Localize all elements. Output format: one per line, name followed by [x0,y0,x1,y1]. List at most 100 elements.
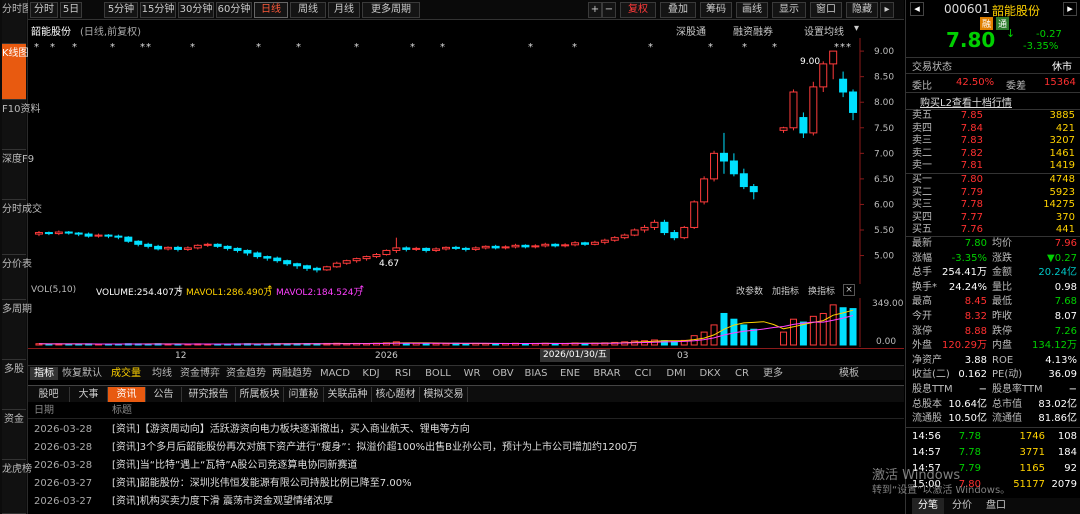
indicator-tab-15[interactable]: BRAR [588,367,626,380]
event-markers-row[interactable]: * * * * * * * * * * * * * * * * * * * * * [34,42,851,53]
event-marker-icon[interactable]: * [110,42,115,53]
left-tab-3[interactable]: 深度F9 [2,150,34,200]
link-margin-trading[interactable]: 融资融券 [733,23,773,38]
candlestick-chart[interactable]: 9.008.508.007.507.006.506.005.505.00 * * *… [28,38,904,284]
news-tab-2[interactable]: 资讯 [108,387,146,402]
indicator-tab-8[interactable]: KDJ [356,367,386,380]
event-marker-icon[interactable]: * [440,42,445,53]
event-marker-icon[interactable]: * [296,42,301,53]
event-marker-icon[interactable]: * [772,42,777,53]
news-row[interactable]: 2026-03-28 [资讯]当“比特”遇上“瓦特”A股公司竞逐算电协同新赛道 [28,458,904,474]
indicator-tab-14[interactable]: ENE [554,367,586,380]
news-tab-5[interactable]: 所属板块 [236,387,284,402]
sell-row[interactable]: 卖一 7.81 1419 [906,160,1080,172]
news-tab-9[interactable]: 模拟交易 [420,387,468,402]
event-marker-icon[interactable]: * [742,42,747,53]
news-tab-1[interactable]: 大事 [70,387,108,402]
event-marker-icon[interactable]: * [256,42,261,53]
left-tab-0[interactable]: 分时图 [2,0,32,44]
toolbar-right-5[interactable]: 画线 [736,2,768,18]
indicator-tab-12[interactable]: OBV [488,367,518,380]
period-4[interactable]: 30分钟 [178,2,214,18]
buy-row[interactable]: 买五 7.76 441 [906,224,1080,236]
event-marker-icon[interactable]: * [354,42,359,53]
event-marker-icon[interactable]: * [834,42,839,53]
news-row[interactable]: 2026-03-28 [资讯]3个多月后韶能股份再次对旗下资产进行“瘦身”：拟溢价… [28,440,904,456]
indicator-tab-1[interactable]: 恢复默认 [60,367,104,380]
close-icon[interactable]: × [843,284,855,296]
chevron-down-icon[interactable]: ▾ [854,23,859,34]
news-title[interactable]: [资讯]3个多月后韶能股份再次对旗下资产进行“瘦身”：拟溢价超100%出售B业孙… [112,440,637,456]
period-6[interactable]: 日线 [254,2,288,18]
toolbar-right-0[interactable]: + [588,2,602,18]
indicator-tab-13[interactable]: BIAS [520,367,552,380]
left-tab-7[interactable]: 多股 [2,360,26,410]
left-tab-2[interactable]: F10资料 [2,100,40,150]
event-marker-icon[interactable]: * [190,42,195,53]
news-row[interactable]: 2026-03-27 [资讯]韶能股份：深圳兆伟恒发能源有限公司持股比例已降至7.… [28,476,904,492]
event-marker-icon[interactable]: * [648,42,653,53]
right-arrow-button[interactable]: ▸ [880,2,894,18]
news-tab-8[interactable]: 核心题材 [372,387,420,402]
indicator-tab-18[interactable]: DKX [694,367,726,380]
change-params-button[interactable]: 改参数 [736,284,763,297]
event-marker-icon[interactable]: * [410,42,415,53]
toolbar-right-7[interactable]: 窗口 [810,2,842,18]
left-tab-8[interactable]: 资金 [2,410,26,460]
period-0[interactable]: 分时 [30,2,58,18]
toolbar-right-2[interactable]: 复权 [620,2,656,18]
toolbar-right-4[interactable]: 筹码 [700,2,732,18]
indicator-tab-0[interactable]: 指标 [30,367,58,380]
event-marker-icon[interactable]: * [34,42,39,53]
news-tab-3[interactable]: 公告 [146,387,182,402]
tick-tab-1[interactable]: 分价 [946,498,978,514]
period-1[interactable]: 5日 [60,2,82,18]
period-7[interactable]: 周线 [290,2,326,18]
period-3[interactable]: 15分钟 [140,2,176,18]
left-tab-9[interactable]: 龙虎榜 [2,460,32,514]
event-marker-icon[interactable]: * [528,42,533,53]
toolbar-right-8[interactable]: 隐藏 [846,2,878,18]
news-tab-0[interactable]: 股吧 [28,387,70,402]
news-title[interactable]: [资讯]当“比特”遇上“瓦特”A股公司竞逐算电协同新赛道 [112,458,357,474]
indicator-tab-5[interactable]: 资金趋势 [224,367,268,380]
tick-tab-2[interactable]: 盘口 [980,498,1012,514]
link-set-ma[interactable]: 设置均线 [804,23,844,38]
l2-upgrade-link[interactable]: 购买L2查看十档行情 [920,94,1012,109]
indicator-tab-6[interactable]: 两融趋势 [270,367,314,380]
news-tab-7[interactable]: 关联品种 [324,387,372,402]
period-2[interactable]: 5分钟 [104,2,138,18]
indicator-tab-7[interactable]: MACD [316,367,354,380]
volume-chart[interactable]: 349.00 0.00 [28,298,904,347]
event-marker-icon[interactable]: * [840,42,845,53]
event-marker-icon[interactable]: * [72,42,77,53]
toolbar-right-6[interactable]: 显示 [772,2,806,18]
left-tab-1[interactable]: K线图 [2,44,29,100]
event-marker-icon[interactable]: * [50,42,55,53]
buy-row[interactable]: 买二 7.79 5923 [906,187,1080,199]
indicator-tab-17[interactable]: DMI [660,367,692,380]
left-tab-4[interactable]: 分时成交 [2,200,42,255]
sell-row[interactable]: 卖三 7.83 3207 [906,135,1080,147]
indicator-tab-21[interactable]: 模板 [834,367,864,380]
buy-row[interactable]: 买一 7.80 4748 [906,174,1080,186]
indicator-tab-20[interactable]: 更多 [758,367,788,380]
event-marker-icon[interactable]: * [846,42,851,53]
period-8[interactable]: 月线 [328,2,360,18]
link-shenggutong[interactable]: 深股通 [676,23,706,38]
chevron-right-icon[interactable]: ▸ [1063,2,1077,16]
event-marker-icon[interactable]: * [572,42,577,53]
add-indicator-button[interactable]: 加指标 [772,284,799,297]
news-row[interactable]: 2026-03-28 [资讯]【游资周动向】活跃游资向电力板块逐渐撤出，买入商业航… [28,422,904,438]
buy-row[interactable]: 买三 7.78 14275 [906,199,1080,211]
sell-row[interactable]: 卖二 7.82 1461 [906,148,1080,160]
left-tab-5[interactable]: 分价表 [2,255,32,300]
event-marker-icon[interactable]: * [708,42,713,53]
indicator-tab-4[interactable]: 资金博弈 [178,367,222,380]
tick-tab-0[interactable]: 分笔 [912,498,944,514]
period-9[interactable]: 更多周期 [362,2,420,18]
indicator-tab-16[interactable]: CCI [628,367,658,380]
chevron-left-icon[interactable]: ◂ [910,2,924,16]
event-marker-icon[interactable]: * [146,42,151,53]
news-tab-6[interactable]: 问董秘 [284,387,324,402]
